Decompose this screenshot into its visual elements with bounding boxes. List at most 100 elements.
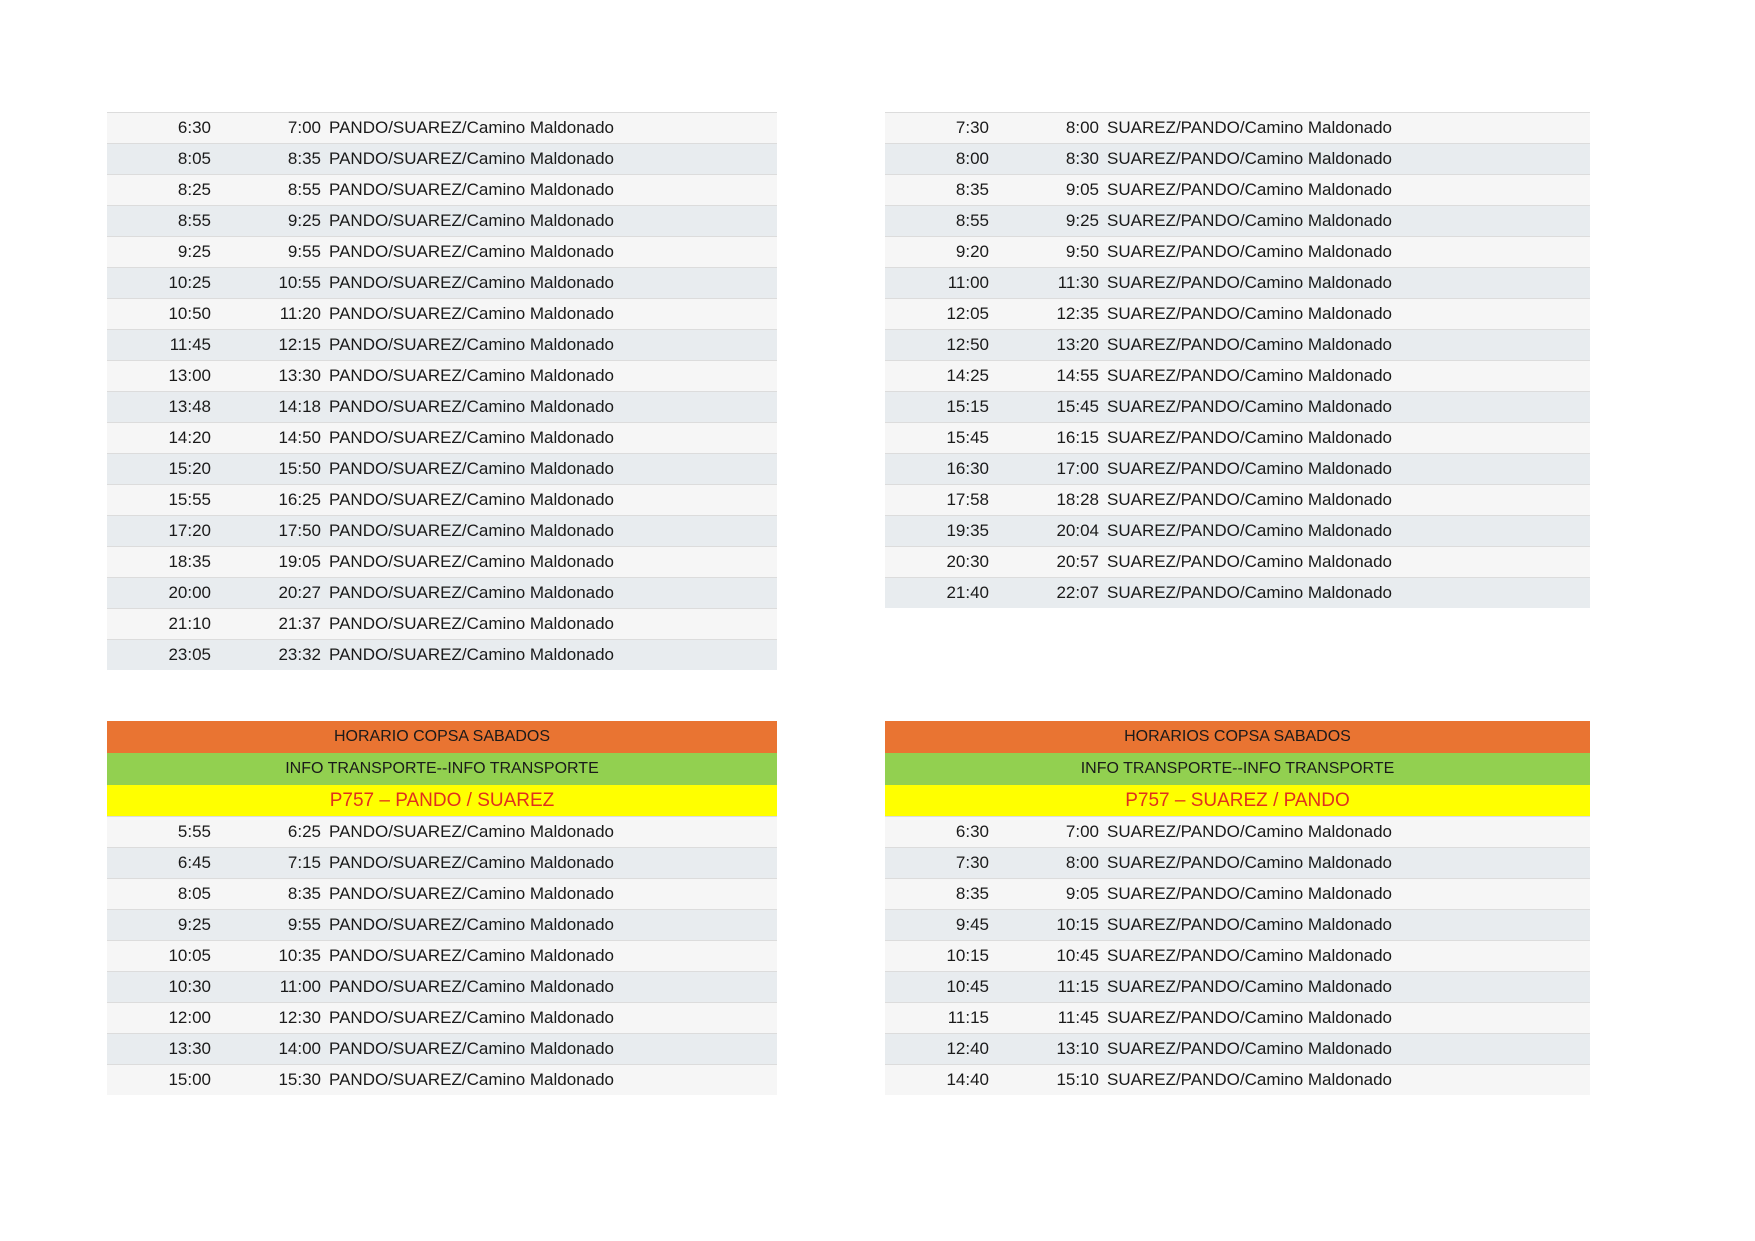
table-row: 8:00 8:30 SUAREZ/PANDO/Camino Maldonado <box>885 143 1590 174</box>
route-line-title: P757 – SUAREZ / PANDO <box>885 785 1590 816</box>
route-name: PANDO/SUAREZ/Camino Maldonado <box>329 459 615 478</box>
departure-time: 10:50 <box>168 304 211 323</box>
table-row: 11:15 11:45 SUAREZ/PANDO/Camino Maldonado <box>885 1002 1590 1033</box>
weekday-pando-suarez-table: 6:30 7:00 PANDO/SUAREZ/Camino Maldonado 8:0… <box>107 112 777 670</box>
route-name: SUAREZ/PANDO/Camino Maldonado <box>1107 853 1393 872</box>
arrival-time: 15:10 <box>1056 1070 1099 1089</box>
route-name: PANDO/SUAREZ/Camino Maldonado <box>329 428 615 447</box>
route-name: PANDO/SUAREZ/Camino Maldonado <box>329 273 615 292</box>
departure-time: 12:00 <box>168 1008 211 1027</box>
departure-time: 8:00 <box>955 149 989 168</box>
route-name: PANDO/SUAREZ/Camino Maldonado <box>329 180 615 199</box>
departure-time: 13:30 <box>168 1039 211 1058</box>
arrival-time: 12:35 <box>1056 304 1099 323</box>
departure-time: 19:35 <box>946 521 989 540</box>
arrival-time: 7:00 <box>287 118 321 137</box>
table-row: 7:30 8:00 SUAREZ/PANDO/Camino Maldonado <box>885 112 1590 143</box>
departure-time: 12:05 <box>946 304 989 323</box>
arrival-time: 21:37 <box>278 614 321 633</box>
departure-time: 15:55 <box>168 490 211 509</box>
arrival-time: 15:50 <box>278 459 321 478</box>
route-name: PANDO/SUAREZ/Camino Maldonado <box>329 946 615 965</box>
route-line-title: P757 – PANDO / SUAREZ <box>107 785 777 816</box>
arrival-time: 20:57 <box>1056 552 1099 571</box>
table-row: 12:00 12:30 PANDO/SUAREZ/Camino Maldonado <box>107 1002 777 1033</box>
arrival-time: 13:30 <box>278 366 321 385</box>
route-name: SUAREZ/PANDO/Camino Maldonado <box>1107 304 1393 323</box>
arrival-time: 9:50 <box>1065 242 1099 261</box>
table-row: 15:45 16:15 SUAREZ/PANDO/Camino Maldonado <box>885 422 1590 453</box>
route-name: PANDO/SUAREZ/Camino Maldonado <box>329 335 615 354</box>
saturday-title: HORARIOS COPSA SABADOS <box>885 721 1590 753</box>
table-row: 8:55 9:25 SUAREZ/PANDO/Camino Maldonado <box>885 205 1590 236</box>
table-row: 10:45 11:15 SUAREZ/PANDO/Camino Maldonado <box>885 971 1590 1002</box>
route-name: PANDO/SUAREZ/Camino Maldonado <box>329 397 615 416</box>
route-name: PANDO/SUAREZ/Camino Maldonado <box>329 149 615 168</box>
route-name: PANDO/SUAREZ/Camino Maldonado <box>329 645 615 664</box>
route-name: PANDO/SUAREZ/Camino Maldonado <box>329 884 615 903</box>
route-name: PANDO/SUAREZ/Camino Maldonado <box>329 1070 615 1089</box>
departure-time: 9:25 <box>177 242 211 261</box>
route-name: SUAREZ/PANDO/Camino Maldonado <box>1107 180 1393 199</box>
route-name: SUAREZ/PANDO/Camino Maldonado <box>1107 428 1393 447</box>
route-name: SUAREZ/PANDO/Camino Maldonado <box>1107 552 1393 571</box>
route-name: PANDO/SUAREZ/Camino Maldonado <box>329 490 615 509</box>
arrival-time: 11:45 <box>1057 1008 1099 1027</box>
departure-time: 21:40 <box>946 583 989 602</box>
arrival-time: 10:35 <box>278 946 321 965</box>
arrival-time: 9:25 <box>1065 211 1099 230</box>
departure-time: 9:25 <box>177 915 211 934</box>
saturday-pando-suarez-section: HORARIO COPSA SABADOS INFO TRANSPORTE--I… <box>107 721 777 1095</box>
table-row: 9:20 9:50 SUAREZ/PANDO/Camino Maldonado <box>885 236 1590 267</box>
table-row: 10:50 11:20 PANDO/SUAREZ/Camino Maldonado <box>107 298 777 329</box>
table-row: 12:40 13:10 SUAREZ/PANDO/Camino Maldonado <box>885 1033 1590 1064</box>
departure-time: 20:30 <box>946 552 989 571</box>
saturday-suarez-pando-table: 6:30 7:00 SUAREZ/PANDO/Camino Maldonado 7:3… <box>885 816 1590 1095</box>
table-row: 20:00 20:27 PANDO/SUAREZ/Camino Maldonado <box>107 577 777 608</box>
route-name: SUAREZ/PANDO/Camino Maldonado <box>1107 884 1393 903</box>
table-row: 13:00 13:30 PANDO/SUAREZ/Camino Maldonado <box>107 360 777 391</box>
table-row: 10:30 11:00 PANDO/SUAREZ/Camino Maldonado <box>107 971 777 1002</box>
departure-time: 11:00 <box>947 273 989 292</box>
departure-time: 7:30 <box>955 853 989 872</box>
arrival-time: 12:30 <box>278 1008 321 1027</box>
departure-time: 8:55 <box>955 211 989 230</box>
arrival-time: 9:25 <box>287 211 321 230</box>
saturday-pando-suarez-table: 5:55 6:25 PANDO/SUAREZ/Camino Maldonado 6:4… <box>107 816 777 1095</box>
arrival-time: 15:45 <box>1056 397 1099 416</box>
route-name: SUAREZ/PANDO/Camino Maldonado <box>1107 459 1393 478</box>
route-name: PANDO/SUAREZ/Camino Maldonado <box>329 242 615 261</box>
table-row: 10:25 10:55 PANDO/SUAREZ/Camino Maldonado <box>107 267 777 298</box>
route-name: SUAREZ/PANDO/Camino Maldonado <box>1107 977 1393 996</box>
departure-time: 8:55 <box>177 211 211 230</box>
departure-time: 15:15 <box>946 397 989 416</box>
arrival-time: 23:32 <box>278 645 321 664</box>
arrival-time: 8:00 <box>1065 118 1099 137</box>
departure-time: 8:35 <box>955 884 989 903</box>
arrival-time: 16:25 <box>278 490 321 509</box>
route-name: SUAREZ/PANDO/Camino Maldonado <box>1107 1008 1393 1027</box>
route-name: PANDO/SUAREZ/Camino Maldonado <box>329 1039 615 1058</box>
table-row: 6:45 7:15 PANDO/SUAREZ/Camino Maldonado <box>107 847 777 878</box>
table-row: 19:35 20:04 SUAREZ/PANDO/Camino Maldonado <box>885 515 1590 546</box>
table-row: 17:20 17:50 PANDO/SUAREZ/Camino Maldonado <box>107 515 777 546</box>
route-name: PANDO/SUAREZ/Camino Maldonado <box>329 211 615 230</box>
departure-time: 10:30 <box>168 977 211 996</box>
route-name: SUAREZ/PANDO/Camino Maldonado <box>1107 366 1393 385</box>
departure-time: 8:05 <box>177 149 211 168</box>
arrival-time: 14:00 <box>278 1039 321 1058</box>
saturday-title: HORARIO COPSA SABADOS <box>107 721 777 753</box>
departure-time: 16:30 <box>946 459 989 478</box>
table-row: 15:00 15:30 PANDO/SUAREZ/Camino Maldonado <box>107 1064 777 1095</box>
departure-time: 15:45 <box>946 428 989 447</box>
table-row: 8:35 9:05 SUAREZ/PANDO/Camino Maldonado <box>885 878 1590 909</box>
departure-time: 20:00 <box>168 583 211 602</box>
route-name: PANDO/SUAREZ/Camino Maldonado <box>329 977 615 996</box>
table-row: 8:55 9:25 PANDO/SUAREZ/Camino Maldonado <box>107 205 777 236</box>
arrival-time: 10:55 <box>278 273 321 292</box>
route-name: SUAREZ/PANDO/Camino Maldonado <box>1107 1039 1393 1058</box>
arrival-time: 14:50 <box>278 428 321 447</box>
arrival-time: 22:07 <box>1056 583 1099 602</box>
table-row: 6:30 7:00 PANDO/SUAREZ/Camino Maldonado <box>107 112 777 143</box>
departure-time: 10:25 <box>168 273 211 292</box>
